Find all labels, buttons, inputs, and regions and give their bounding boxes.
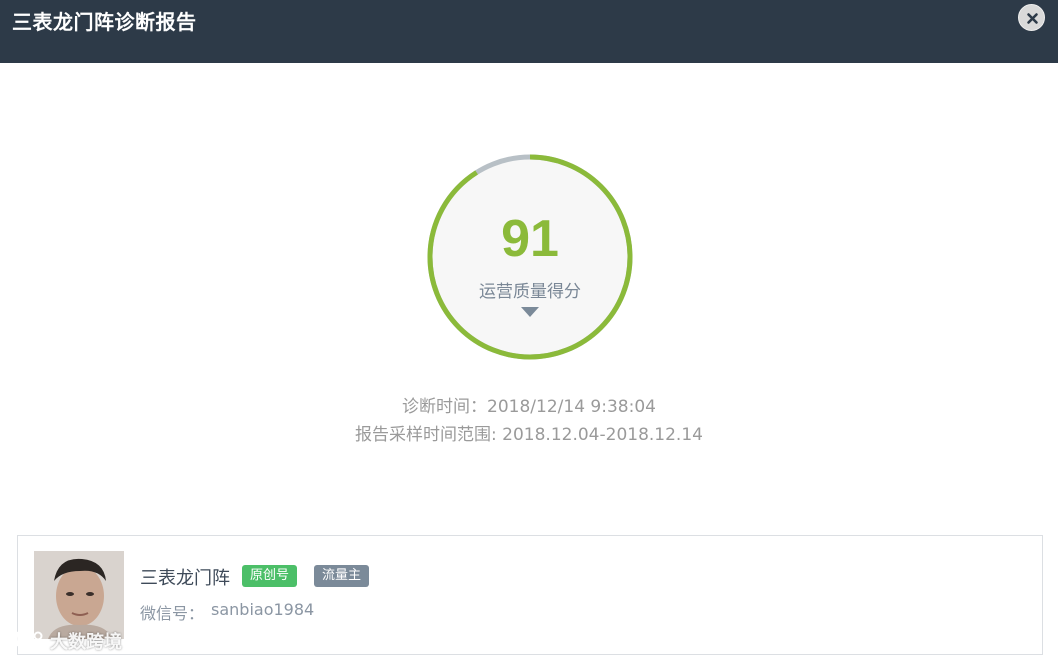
- original-badge: 原创号: [242, 565, 298, 587]
- wechat-id-value: sanbiao1984: [211, 600, 315, 619]
- window-title: 三表龙门阵诊断报告: [12, 10, 197, 34]
- score-value: 91: [501, 210, 559, 268]
- traffic-owner-badge: 流量主: [314, 565, 370, 587]
- sampling-range: 报告采样时间范围: 2018.12.04-2018.12.14: [355, 425, 703, 445]
- caret-down-icon[interactable]: [521, 307, 539, 318]
- close-icon: [1027, 13, 1038, 24]
- avatar-image: [34, 551, 124, 639]
- close-button[interactable]: [1018, 4, 1045, 31]
- watermark-logo-icon: [9, 631, 43, 647]
- avatar: [34, 551, 124, 639]
- score-label: 运营质量得分: [479, 282, 581, 302]
- score-gauge: 91 运营质量得分: [426, 153, 634, 361]
- account-card: 三表龙门阵 原创号 流量主 微信号： sanbiao1984: [17, 535, 1043, 655]
- title-bar: 三表龙门阵诊断报告: [0, 0, 1058, 63]
- watermark-text: 大数跨境: [50, 632, 122, 653]
- account-name: 三表龙门阵: [140, 568, 230, 589]
- diagnosis-time: 诊断时间：2018/12/14 9:38:04: [402, 397, 656, 417]
- wechat-id-label: 微信号：: [140, 604, 205, 623]
